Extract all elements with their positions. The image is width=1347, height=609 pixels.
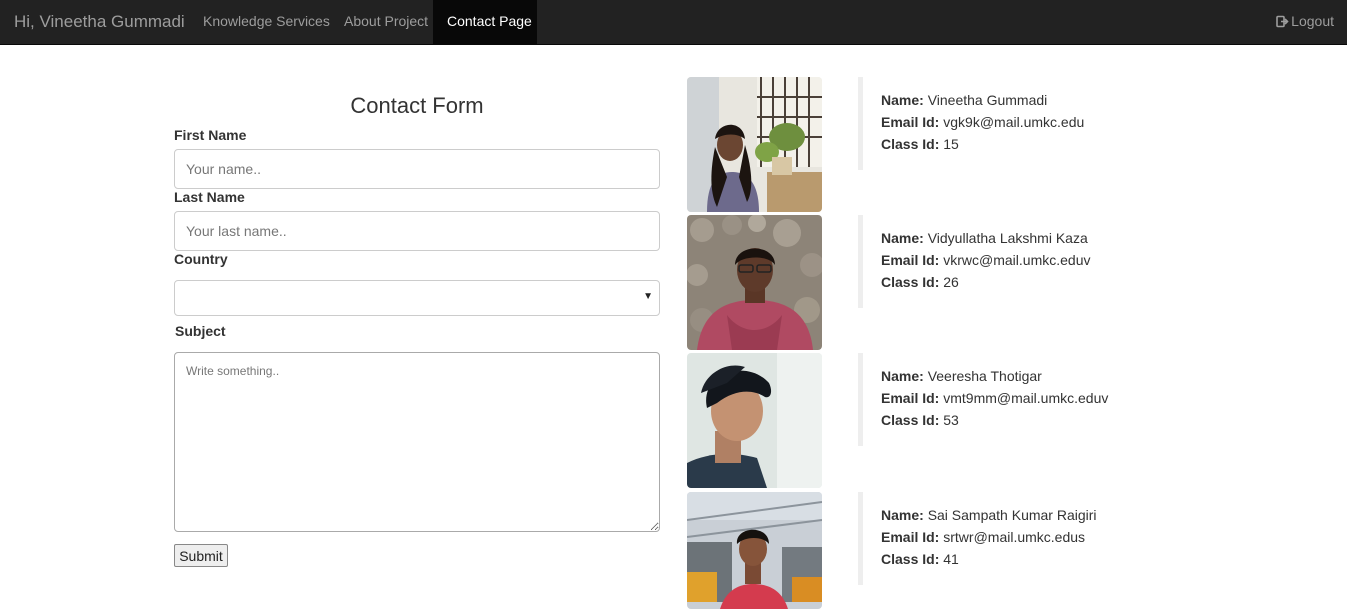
nav-contact-page[interactable]: Contact Page [433,0,537,45]
team-photo-2 [687,215,822,350]
name-label: Name: [881,368,924,384]
country-select[interactable]: ▼ [174,280,660,316]
brand-greeting[interactable]: Hi, Vineetha Gummadi [14,12,185,32]
last-name-label: Last Name [174,189,245,205]
portrait-image-3 [687,353,822,488]
member-class-id: 53 [943,412,959,428]
class-label: Class Id: [881,274,940,290]
portrait-image-2 [687,215,822,350]
name-label: Name: [881,92,924,108]
first-name-label: First Name [174,127,247,143]
email-label: Email Id: [881,114,940,130]
member-class-id: 41 [943,551,959,567]
name-label: Name: [881,507,924,523]
team-photo-3 [687,353,822,488]
email-label: Email Id: [881,252,940,268]
last-name-input[interactable] [174,211,660,251]
nav-knowledge-services[interactable]: Knowledge Services [189,0,344,45]
member-email: vgk9k@mail.umkc.edu [943,114,1085,130]
name-label: Name: [881,230,924,246]
member-name: Vineetha Gummadi [927,92,1048,108]
country-label: Country [174,251,228,267]
member-email: vmt9mm@mail.umkc.eduv [943,390,1109,406]
team-photo-4 [687,492,822,609]
logout-link[interactable]: Logout [1276,0,1334,45]
form-title: Contact Form [350,93,484,118]
team-member-card-4: Name: Sai Sampath Kumar Raigiri Email Id… [858,492,1097,585]
member-name: Veeresha Thotigar [927,368,1042,384]
email-label: Email Id: [881,390,940,406]
class-label: Class Id: [881,412,940,428]
top-navbar: Hi, Vineetha Gummadi Knowledge Services … [0,0,1347,45]
sign-out-icon [1276,15,1289,28]
submit-button[interactable]: Submit [174,544,228,567]
subject-label: Subject [175,323,226,339]
subject-textarea[interactable] [174,352,660,532]
team-photo-1 [687,77,822,212]
member-class-id: 26 [943,274,959,290]
portrait-image-4 [687,492,822,609]
member-email: srtwr@mail.umkc.edus [943,529,1086,545]
class-label: Class Id: [881,551,940,567]
logout-label: Logout [1291,13,1334,29]
class-label: Class Id: [881,136,940,152]
team-member-card-3: Name: Veeresha Thotigar Email Id: vmt9mm… [858,353,1108,446]
team-member-card-2: Name: Vidyullatha Lakshmi Kaza Email Id:… [858,215,1091,308]
first-name-input[interactable] [174,149,660,189]
email-label: Email Id: [881,529,940,545]
team-member-card-1: Name: Vineetha Gummadi Email Id: vgk9k@m… [858,77,1084,170]
member-name: Vidyullatha Lakshmi Kaza [927,230,1088,246]
nav-about-project[interactable]: About Project [330,0,442,45]
portrait-image-1 [687,77,822,212]
member-name: Sai Sampath Kumar Raigiri [927,507,1097,523]
dropdown-arrow-icon: ▼ [643,291,653,302]
member-email: vkrwc@mail.umkc.eduv [943,252,1091,268]
member-class-id: 15 [943,136,959,152]
